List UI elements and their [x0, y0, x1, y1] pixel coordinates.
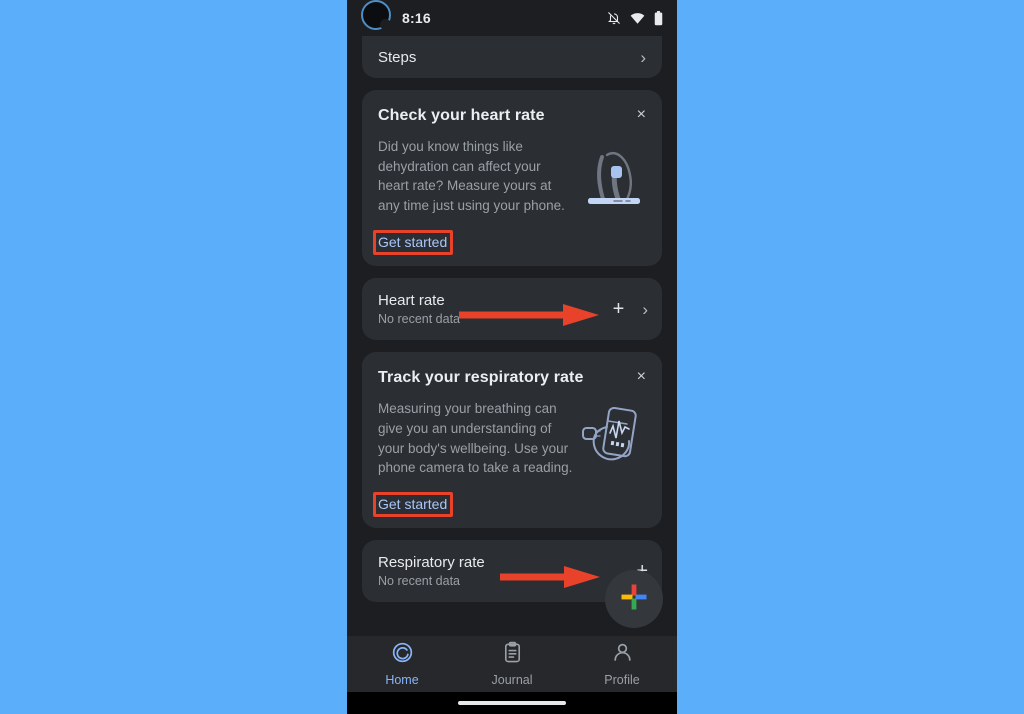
add-data-fab[interactable] — [605, 570, 663, 628]
chevron-right-icon[interactable]: › — [642, 301, 648, 318]
row-heart-rate[interactable]: Heart rate No recent data + › — [362, 278, 662, 341]
respiratory-rate-title: Respiratory rate — [378, 554, 485, 572]
heart-rate-title: Heart rate — [378, 292, 445, 310]
gesture-pill[interactable] — [458, 701, 566, 705]
heart-promo-title: Check your heart rate — [378, 107, 545, 124]
heart-cta-wrap: Get started — [373, 218, 454, 256]
chevron-right-icon[interactable]: › — [640, 49, 646, 66]
heart-get-started-button[interactable]: Get started — [378, 234, 447, 250]
home-rings-icon — [391, 641, 414, 669]
nav-item-home[interactable]: Home — [347, 636, 457, 692]
gesture-bar — [347, 692, 677, 714]
respiratory-rate-labels: Respiratory rate No recent data — [378, 554, 485, 588]
promo-body: Did you know things like dehydration can… — [378, 137, 646, 218]
respiratory-cta-wrap: Get started — [373, 480, 454, 518]
bottom-navigation: Home Journal Profile — [347, 636, 677, 692]
google-plus-icon — [620, 583, 648, 616]
respiratory-promo-text: Measuring your breathing can give you an… — [378, 401, 573, 476]
nav-label-profile: Profile — [604, 673, 640, 687]
promo-header: Track your respiratory rate × — [378, 368, 646, 387]
close-icon[interactable]: × — [637, 107, 646, 123]
profile-person-icon — [611, 641, 634, 669]
annotation-arrow-respiratory-plus — [500, 564, 610, 595]
wifi-icon — [630, 12, 645, 24]
journal-clipboard-icon — [501, 641, 524, 669]
respiratory-get-started-button[interactable]: Get started — [378, 496, 447, 512]
promo-header: Check your heart rate × — [378, 106, 646, 125]
promo-body: Measuring your breathing can give you an… — [378, 399, 646, 480]
card-respiratory-promo: Track your respiratory rate × Measuring … — [362, 352, 662, 529]
respiratory-rate-subtitle: No recent data — [378, 574, 460, 589]
heart-rate-labels: Heart rate No recent data — [378, 292, 460, 326]
card-steps[interactable]: Steps › — [362, 36, 662, 78]
respiratory-promo-title: Track your respiratory rate — [378, 369, 584, 387]
phone-screen: 8:16 Steps › Check your heart rate × Did… — [347, 0, 677, 714]
nav-label-home: Home — [385, 673, 419, 687]
battery-icon — [654, 10, 663, 26]
card-heart-rate-promo: Check your heart rate × Did you know thi… — [362, 90, 662, 267]
notifications-off-icon — [607, 11, 621, 25]
heart-promo-text: Did you know things like dehydration can… — [378, 139, 565, 213]
nav-item-profile[interactable]: Profile — [567, 636, 677, 692]
status-clock: 8:16 — [402, 10, 431, 26]
nav-item-journal[interactable]: Journal — [457, 636, 567, 692]
status-bar: 8:16 — [347, 0, 677, 36]
status-icons — [607, 10, 663, 26]
phone-stethoscope-illustration — [580, 403, 646, 480]
close-icon[interactable]: × — [637, 369, 646, 385]
finger-on-phone-illustration — [580, 141, 646, 218]
scroll-content[interactable]: Steps › Check your heart rate × Did you … — [347, 36, 677, 648]
avatar-ring-icon[interactable] — [361, 0, 391, 30]
heart-rate-subtitle: No recent data — [378, 312, 460, 327]
heart-rate-add-button[interactable]: + — [613, 299, 625, 319]
annotation-arrow-heart-plus — [459, 302, 609, 333]
nav-label-journal: Journal — [491, 673, 533, 687]
steps-title: Steps — [378, 48, 417, 66]
